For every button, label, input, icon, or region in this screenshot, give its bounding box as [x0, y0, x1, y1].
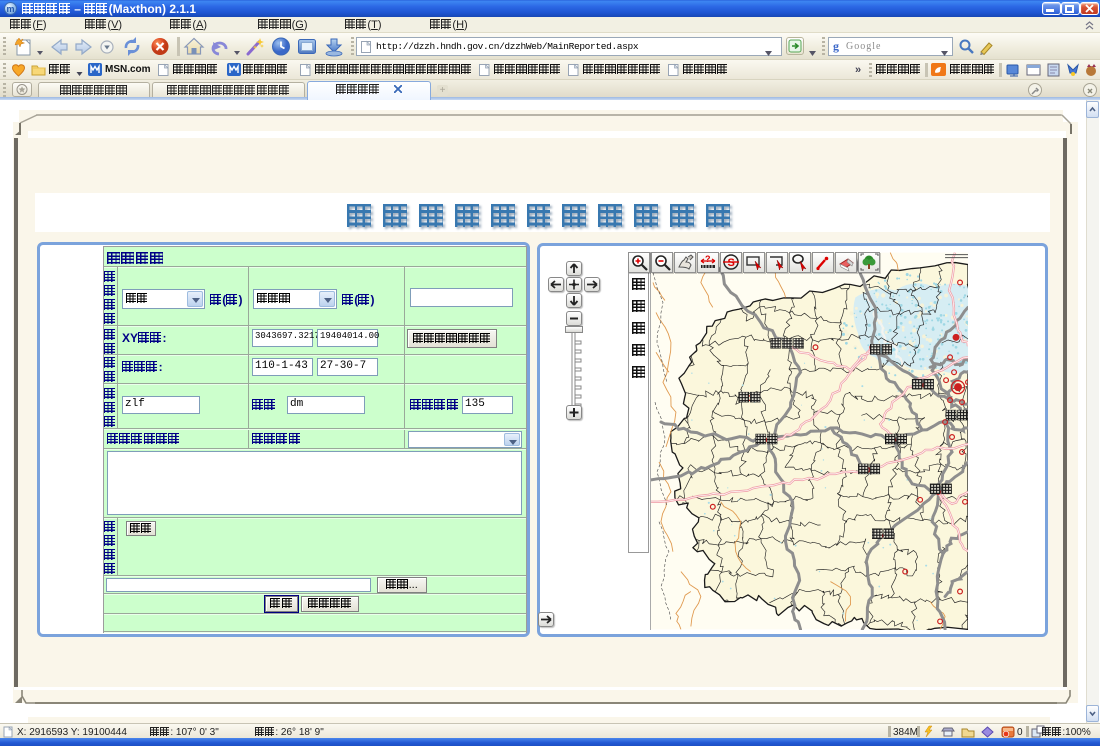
- svg-text:S: S: [728, 257, 735, 269]
- svg-text:?: ?: [705, 254, 711, 264]
